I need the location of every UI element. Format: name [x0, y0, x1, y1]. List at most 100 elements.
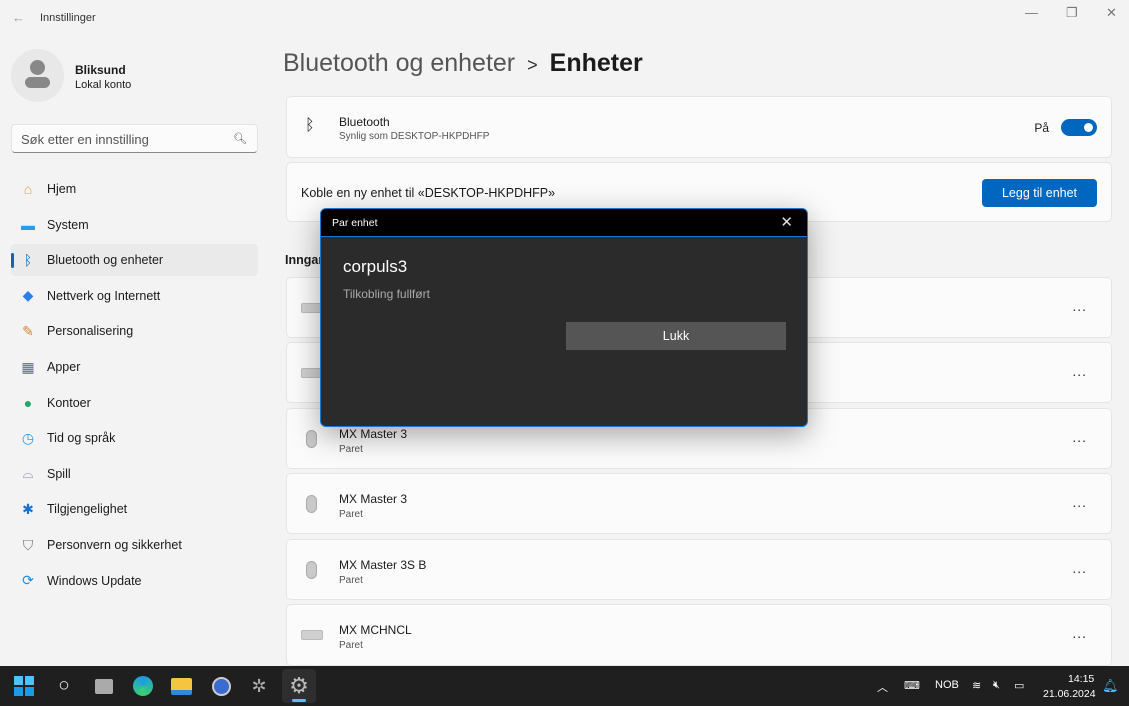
- task-view-icon[interactable]: [92, 674, 116, 698]
- search-input[interactable]: Søk etter en innstilling 🔍︎: [11, 124, 258, 153]
- sidebar-item-tilgjengelighet[interactable]: ✱ Tilgjengelighet: [11, 493, 258, 525]
- more-options-button[interactable]: ...: [1072, 494, 1087, 510]
- mouse-icon: [306, 430, 317, 448]
- device-name: MX MCHNCL: [339, 623, 412, 637]
- search-icon[interactable]: ○: [52, 674, 76, 698]
- home-icon: ⌂: [23, 181, 33, 197]
- shield-icon: ⛉: [22, 536, 34, 553]
- sidebar-item-windows-update[interactable]: ⟳ Windows Update: [11, 565, 258, 597]
- accessibility-icon: ✱: [22, 500, 34, 517]
- sidebar-item-hjem[interactable]: ⌂ Hjem: [11, 173, 258, 205]
- device-row[interactable]: MX Master 3S B Paret...: [286, 539, 1112, 600]
- apps-icon: ▦: [21, 358, 35, 375]
- sidebar-item-system[interactable]: ▬ System: [11, 209, 258, 241]
- close-button[interactable]: Lukk: [566, 322, 786, 350]
- sidebar-item-label: Tid og språk: [47, 431, 116, 446]
- sidebar-item-label: Kontoer: [47, 395, 91, 410]
- sidebar-item-label: Apper: [47, 360, 81, 374]
- chevron-right-icon: >: [527, 55, 538, 75]
- more-options-button[interactable]: ...: [1072, 363, 1087, 379]
- language-indicator[interactable]: NOB: [935, 679, 959, 691]
- sidebar-item-personvern-og-sikkerhet[interactable]: ⛉ Personvern og sikkerhet: [11, 529, 258, 561]
- minimize-icon[interactable]: —: [1025, 5, 1038, 20]
- sidebar-item-bluetooth-og-enheter[interactable]: ᛒ Bluetooth og enheter: [11, 244, 258, 277]
- file-explorer-icon[interactable]: [169, 674, 193, 698]
- bluetooth-toggle[interactable]: [1061, 119, 1097, 136]
- app-icon[interactable]: [209, 674, 233, 698]
- arrow-left-icon[interactable]: ←: [12, 10, 25, 25]
- sidebar-item-label: Personalisering: [47, 324, 134, 339]
- sidebar-item-spill[interactable]: ⌓ Spill: [11, 458, 258, 490]
- breadcrumb: Bluetooth og enheter > Enheter: [283, 49, 643, 78]
- dialog-title: Par enhet: [332, 217, 378, 229]
- add-device-label: Koble en ny enhet til «DESKTOP-HKPDHFP»: [301, 186, 556, 200]
- wifi-icon: ◆: [22, 287, 34, 304]
- device-name: MX Master 3: [339, 427, 408, 441]
- dialog-message: Tilkobling fullført: [343, 287, 430, 301]
- sidebar-item-label: Spill: [47, 466, 71, 481]
- sidebar-item-tid-og-språk[interactable]: ◷ Tid og språk: [11, 422, 258, 454]
- more-options-button[interactable]: ...: [1072, 625, 1087, 641]
- settings-icon[interactable]: ⚙: [282, 669, 316, 703]
- user-name: Bliksund: [75, 63, 126, 77]
- dialog-device-name: corpuls3: [343, 257, 408, 276]
- more-options-button[interactable]: ...: [1072, 560, 1087, 576]
- breadcrumb-parent[interactable]: Bluetooth og enheter: [283, 49, 515, 77]
- device-status: Paret: [339, 575, 363, 586]
- gamepad-icon: ⌓: [22, 465, 34, 482]
- device-name: MX Master 3: [339, 492, 408, 506]
- sidebar-item-kontoer[interactable]: ● Kontoer: [11, 387, 258, 419]
- person-icon: ●: [23, 394, 33, 411]
- sidebar-item-label: Hjem: [47, 182, 77, 196]
- clock-globe-icon: ◷: [21, 429, 35, 446]
- device-row[interactable]: MX Master 3 Paret...: [286, 473, 1112, 534]
- bluetooth-card: ᛒ Bluetooth Synlig som DESKTOP-HKPDHFP P…: [286, 96, 1112, 158]
- sidebar-item-apper[interactable]: ▦ Apper: [11, 351, 258, 383]
- close-icon[interactable]: ✕: [780, 213, 793, 231]
- battery-icon[interactable]: ▭: [1014, 679, 1024, 692]
- mouse-icon: [306, 561, 317, 579]
- clock-time[interactable]: 14:15: [1068, 673, 1094, 685]
- page-title: Enheter: [549, 49, 643, 77]
- add-device-button[interactable]: Legg til enhet: [982, 179, 1097, 207]
- clock-date[interactable]: 21.06.2024: [1043, 688, 1096, 700]
- sidebar-item-personalisering[interactable]: ✎ Personalisering: [11, 315, 258, 347]
- notification-bell-icon[interactable]: 🔔︎: [1102, 678, 1119, 694]
- bluetooth-icon: ᛒ: [23, 252, 33, 269]
- sidebar-item-label: Personvern og sikkerhet: [47, 538, 182, 552]
- monitor-icon: ▬: [21, 216, 35, 233]
- account-type: Lokal konto: [75, 79, 132, 91]
- sidebar-item-label: System: [47, 217, 89, 232]
- volume-muted-icon[interactable]: 🔇︎: [993, 679, 1000, 692]
- sidebar-item-label: Tilgjengelighet: [47, 502, 128, 517]
- app-title: Innstillinger: [40, 12, 96, 24]
- avatar[interactable]: [11, 49, 64, 102]
- device-status: Paret: [339, 509, 363, 520]
- start-icon[interactable]: [12, 674, 36, 698]
- mouse-icon: [306, 495, 317, 513]
- device-row[interactable]: MX MCHNCL Paret...: [286, 604, 1112, 666]
- device-status: Paret: [339, 640, 363, 651]
- keyboard-icon: [301, 630, 323, 640]
- sidebar-item-label: Nettverk og Internett: [47, 288, 161, 303]
- bluetooth-icon: ᛒ: [305, 117, 315, 134]
- wifi-icon[interactable]: ≋: [972, 679, 981, 692]
- more-options-button[interactable]: ...: [1072, 298, 1087, 314]
- restore-icon[interactable]: ❐: [1066, 5, 1078, 21]
- search-icon: 🔍︎: [233, 133, 247, 145]
- brush-icon: ✎: [22, 322, 34, 339]
- edge-icon[interactable]: [131, 674, 155, 698]
- close-icon[interactable]: ✕: [1106, 5, 1117, 21]
- device-name: MX Master 3S B: [339, 558, 427, 572]
- chevron-up-icon[interactable]: ︿: [877, 679, 888, 695]
- update-icon: ⟳: [22, 572, 34, 589]
- bluetooth-subtitle: Synlig som DESKTOP-HKPDHFP: [339, 131, 490, 142]
- app-icon[interactable]: ✲: [247, 674, 271, 698]
- sidebar-item-label: Bluetooth og enheter: [47, 253, 164, 268]
- taskbar: ○ ✲ ⚙ ︿ ⌨ NOB ≋ 🔇︎ ▭ 14:15 21.06.2024 🔔︎: [0, 666, 1129, 706]
- pair-device-dialog: Par enhet ✕ corpuls3 Tilkobling fullført …: [320, 208, 808, 427]
- more-options-button[interactable]: ...: [1072, 429, 1087, 445]
- keyboard-icon[interactable]: ⌨: [904, 679, 920, 692]
- sidebar-item-nettverk-og-internett[interactable]: ◆ Nettverk og Internett: [11, 280, 258, 312]
- bluetooth-title: Bluetooth: [339, 115, 390, 129]
